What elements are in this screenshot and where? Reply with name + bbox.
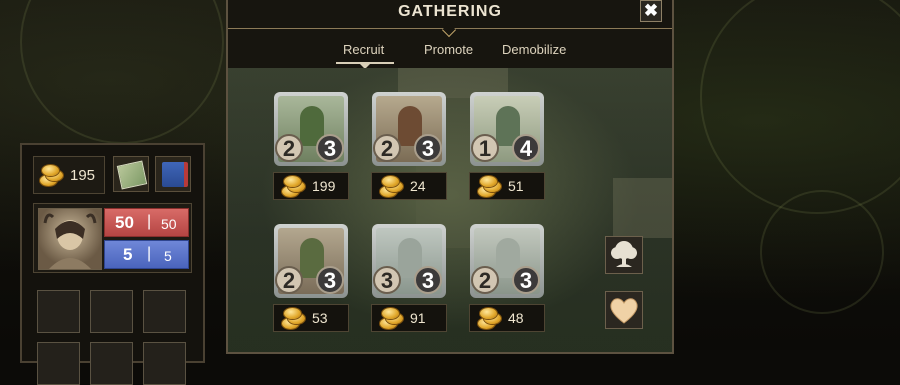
player-status-panel: 195 50 | 50 5 | 5 [20,143,205,385]
gold-coins-icon [478,308,502,330]
unit-card[interactable]: 1 4 [470,92,544,166]
unit-price[interactable]: 91 [371,304,447,332]
attack-stat: 3 [373,266,401,294]
defense-stat: 3 [316,266,344,294]
mana-bar: 5 | 5 [104,240,189,269]
attack-stat: 2 [275,266,303,294]
attack-stat: 2 [471,266,499,294]
spellbook-icon [162,162,188,187]
unit-cost: 51 [508,178,524,194]
map-icon [116,160,148,190]
tree-button[interactable] [605,236,643,274]
health-max: 50 [161,216,177,232]
gold-coins-icon [282,308,306,330]
heart-icon [610,298,638,324]
gold-coins-icon [380,308,404,330]
gold-coins-icon [478,176,502,198]
unit-price[interactable]: 199 [273,172,349,200]
gold-coins-icon [282,176,306,198]
unit-card[interactable]: 2 3 [372,92,446,166]
map-button[interactable] [113,156,149,192]
unit-price[interactable]: 24 [371,172,447,200]
close-button[interactable]: ✖ [640,0,662,22]
health-current: 50 [115,213,134,232]
tab-bar: Recruit Promote Demobilize [228,36,672,68]
unit-price[interactable]: 48 [469,304,545,332]
unit-price[interactable]: 51 [469,172,545,200]
unit-cost: 91 [410,310,426,326]
mana-current: 5 [123,245,133,264]
unit-card[interactable]: 3 3 [372,224,446,298]
unit-card[interactable]: 2 3 [274,92,348,166]
unit-cost: 53 [312,310,328,326]
hero-card[interactable]: 50 | 50 5 | 5 [33,203,192,273]
hero-portrait [38,208,102,270]
defense-stat: 3 [512,266,540,294]
tree-icon [611,241,637,267]
defense-stat: 3 [414,134,442,162]
spellbook-button[interactable] [155,156,191,192]
tab-recruit[interactable]: Recruit [343,42,384,57]
inventory-slot[interactable] [143,290,186,333]
inventory-slot[interactable] [37,342,80,385]
gold-counter: 195 [33,156,105,194]
tab-demobilize[interactable]: Demobilize [502,42,566,57]
defense-stat: 3 [414,266,442,294]
vine-decoration [760,190,884,314]
unit-cost: 48 [508,310,524,326]
unit-card[interactable]: 2 3 [274,224,348,298]
attack-stat: 2 [275,134,303,162]
unit-price[interactable]: 53 [273,304,349,332]
unit-cost: 24 [410,178,426,194]
vine-decoration [700,0,900,214]
inventory-slot[interactable] [37,290,80,333]
attack-stat: 1 [471,134,499,162]
gold-amount: 195 [70,167,96,184]
health-bar: 50 | 50 [104,208,189,237]
unit-card[interactable]: 2 3 [470,224,544,298]
inventory-slot[interactable] [90,342,133,385]
heart-button[interactable] [605,291,643,329]
vine-decoration [20,0,224,144]
inventory-slot[interactable] [90,290,133,333]
defense-stat: 3 [316,134,344,162]
gold-coins-icon [380,176,404,198]
gold-coins-icon [40,165,64,187]
unit-cost: 199 [312,178,336,194]
defense-stat: 4 [512,134,540,162]
attack-stat: 2 [373,134,401,162]
inventory-slot[interactable] [143,342,186,385]
mana-max: 5 [164,248,172,264]
stone-block-decoration [613,178,672,238]
tab-promote[interactable]: Promote [424,42,473,57]
